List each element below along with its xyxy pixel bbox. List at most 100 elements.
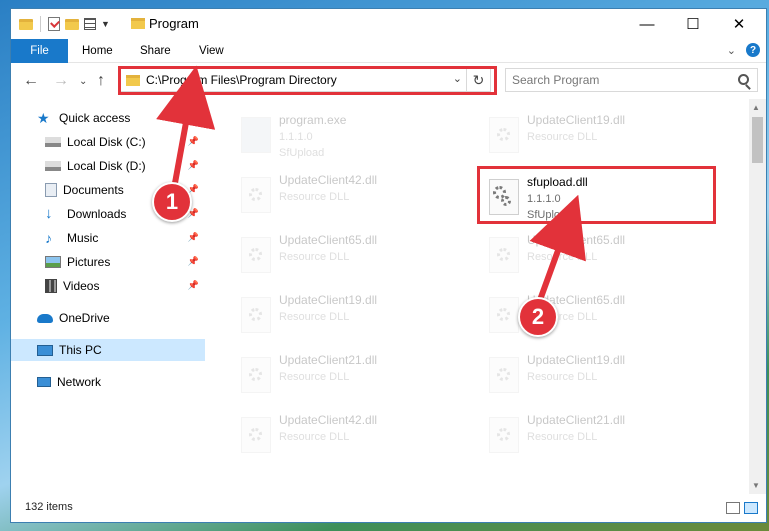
view-switcher: [726, 502, 758, 514]
scroll-down-icon[interactable]: ▼: [752, 481, 760, 490]
forward-arrow-icon[interactable]: →: [53, 72, 69, 90]
computer-icon: [37, 344, 53, 356]
details-view-icon[interactable]: [726, 502, 740, 514]
up-arrow-icon[interactable]: ↑: [97, 72, 105, 90]
tab-file[interactable]: File: [11, 39, 68, 63]
file-name: program.exe: [279, 113, 347, 127]
sidebar-item-label: This PC: [59, 343, 102, 357]
search-input[interactable]: Search Program: [512, 73, 599, 87]
search-box[interactable]: Search Program: [505, 68, 758, 92]
pin-icon[interactable]: 📌: [188, 160, 199, 171]
list-item[interactable]: UpdateClient21.dll Resource DLL: [231, 349, 451, 407]
exe-file-icon: [241, 117, 271, 153]
scroll-thumb[interactable]: [752, 117, 763, 163]
sidebar-item-label: Local Disk (C:): [67, 135, 146, 149]
tab-home[interactable]: Home: [82, 39, 113, 63]
new-folder-icon[interactable]: [65, 18, 79, 30]
explorer-window: ▼ Program — ☐ ✕ File Home Share View ⌄ ?…: [10, 8, 767, 523]
window-title: Program: [149, 16, 199, 31]
network-icon: [37, 377, 51, 387]
documents-icon: [45, 183, 57, 197]
file-name: UpdateClient19.dll: [279, 293, 378, 307]
sidebar-item-label: Music: [67, 231, 99, 245]
dll-file-icon: [489, 297, 519, 333]
sidebar-item-label: Quick access: [59, 111, 131, 125]
folder-icon[interactable]: [19, 18, 33, 30]
file-highlight-box: [477, 166, 716, 224]
pin-icon[interactable]: 📌: [188, 136, 199, 147]
close-button[interactable]: ✕: [716, 9, 762, 39]
title-bar: ▼ Program — ☐ ✕: [11, 9, 766, 39]
file-description: Resource DLL: [279, 431, 350, 443]
pin-icon[interactable]: 📌: [188, 232, 199, 243]
minimize-button[interactable]: —: [624, 9, 670, 39]
sidebar-item-local-disk-c[interactable]: Local Disk (C:) 📌: [11, 131, 205, 153]
file-description: Resource DLL: [279, 371, 350, 383]
pin-icon[interactable]: 📌: [188, 280, 199, 291]
file-item-program-exe[interactable]: program.exe 1.1.1.0 SfUpload: [231, 109, 451, 167]
search-icon[interactable]: [738, 74, 749, 85]
file-description: Resource DLL: [279, 191, 350, 203]
file-description: Resource DLL: [279, 311, 350, 323]
list-item[interactable]: UpdateClient19.dll Resource DLL: [479, 109, 699, 167]
list-item[interactable]: UpdateClient42.dll Resource DLL: [231, 409, 451, 467]
help-icon[interactable]: ?: [746, 43, 760, 57]
list-item[interactable]: UpdateClient65.dll Resource DLL: [231, 229, 451, 287]
sidebar-item-music[interactable]: ♪ Music 📌: [11, 227, 205, 249]
toolbar-divider: [40, 16, 41, 32]
step-1-badge: 1: [152, 182, 192, 222]
back-arrow-icon[interactable]: ←: [23, 72, 39, 90]
pictures-icon: [45, 256, 61, 268]
expand-ribbon-icon[interactable]: ⌄: [727, 44, 736, 57]
sidebar-item-network[interactable]: Network: [11, 371, 205, 393]
list-item[interactable]: UpdateClient65.dll Resource DLL: [479, 289, 699, 347]
step-2-badge: 2: [518, 297, 558, 337]
sidebar-item-quick-access[interactable]: ★ Quick access: [11, 107, 205, 129]
properties-icon[interactable]: [48, 17, 60, 31]
sidebar-item-this-pc[interactable]: This PC: [11, 339, 205, 361]
sidebar-item-label: Videos: [63, 279, 100, 293]
list-item[interactable]: UpdateClient42.dll Resource DLL: [231, 169, 451, 227]
list-item[interactable]: UpdateClient21.dll Resource DLL: [479, 409, 699, 467]
scroll-up-icon[interactable]: ▲: [752, 103, 760, 112]
list-item[interactable]: UpdateClient19.dll Resource DLL: [479, 349, 699, 407]
drive-icon: [45, 161, 61, 171]
file-name: UpdateClient42.dll: [279, 413, 378, 427]
pin-icon[interactable]: 📌: [188, 256, 199, 267]
file-name: UpdateClient65.dll: [279, 233, 378, 247]
file-name: UpdateClient65.dll: [527, 233, 626, 247]
music-icon: ♪: [45, 230, 52, 246]
sidebar-item-onedrive[interactable]: OneDrive: [11, 307, 205, 329]
maximize-button[interactable]: ☐: [670, 9, 716, 39]
dll-file-icon: [241, 177, 271, 213]
vertical-scrollbar[interactable]: ▲ ▼: [749, 99, 766, 494]
dll-file-icon: [241, 297, 271, 333]
view-options-icon[interactable]: [84, 18, 96, 30]
file-description: Resource DLL: [527, 371, 598, 383]
file-description: Resource DLL: [279, 251, 350, 263]
recent-locations-icon[interactable]: ⌄: [79, 76, 87, 87]
sidebar-item-label: OneDrive: [59, 311, 110, 325]
item-count: 132 items: [25, 501, 73, 513]
tiles-view-icon[interactable]: [744, 502, 758, 514]
dll-file-icon: [241, 237, 271, 273]
file-name: UpdateClient21.dll: [527, 413, 626, 427]
downloads-icon: ↓: [45, 205, 53, 222]
sidebar-item-pictures[interactable]: Pictures 📌: [11, 251, 205, 273]
file-name: UpdateClient21.dll: [279, 353, 378, 367]
tab-share[interactable]: Share: [140, 39, 171, 63]
file-version: 1.1.1.0: [279, 131, 313, 143]
file-description: Resource DLL: [527, 251, 598, 263]
customize-chevron-icon[interactable]: ▼: [101, 19, 110, 29]
drive-icon: [45, 137, 61, 147]
sidebar-item-videos[interactable]: Videos 📌: [11, 275, 205, 297]
tab-view[interactable]: View: [199, 39, 224, 63]
sidebar-item-label: Local Disk (D:): [67, 159, 146, 173]
file-description: Resource DLL: [527, 131, 598, 143]
sidebar-item-local-disk-d[interactable]: Local Disk (D:) 📌: [11, 155, 205, 177]
file-list: program.exe 1.1.1.0 SfUpload UpdateClien…: [207, 99, 747, 494]
list-item[interactable]: UpdateClient65.dll Resource DLL: [479, 229, 699, 287]
cloud-icon: [37, 313, 53, 323]
file-company: SfUpload: [279, 147, 325, 159]
list-item[interactable]: UpdateClient19.dll Resource DLL: [231, 289, 451, 347]
